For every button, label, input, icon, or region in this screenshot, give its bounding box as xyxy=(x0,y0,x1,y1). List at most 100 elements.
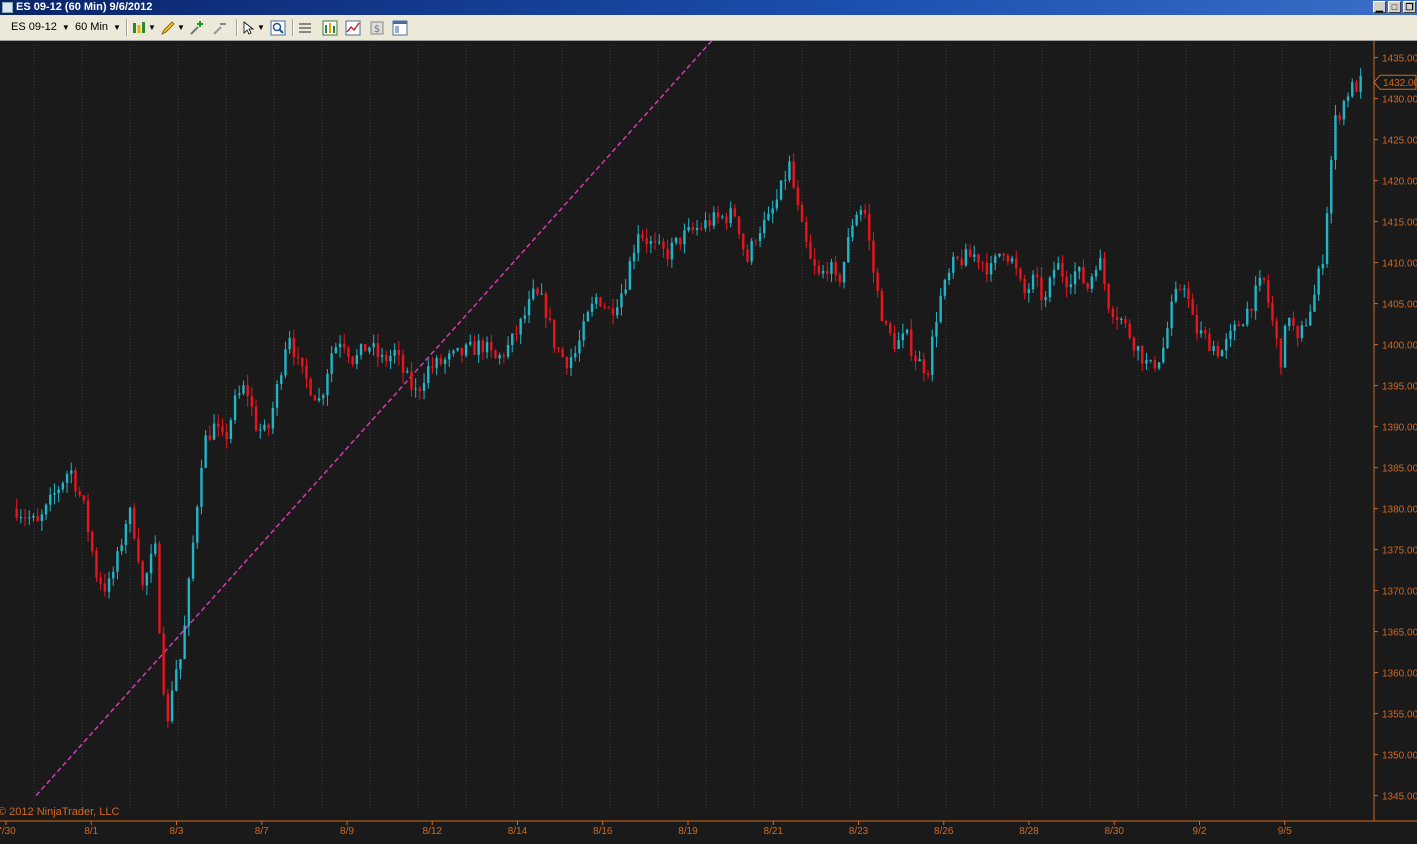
candle-body xyxy=(1170,301,1173,329)
candle-body xyxy=(23,517,27,519)
candle-body xyxy=(1040,277,1043,301)
candle-body xyxy=(1006,255,1010,262)
candle-body xyxy=(477,340,480,355)
candle-body xyxy=(603,306,606,308)
candle-body xyxy=(1195,314,1199,334)
candle-body xyxy=(1057,263,1060,270)
candle-body xyxy=(821,271,825,274)
x-tick-label: 8/19 xyxy=(678,826,698,837)
candle-body xyxy=(1212,345,1215,352)
candle-body xyxy=(137,538,140,562)
zoom-icon[interactable] xyxy=(270,20,286,36)
candle-body xyxy=(116,551,119,572)
candle-body xyxy=(271,407,275,429)
remove-indicator-icon[interactable] xyxy=(212,20,228,36)
candle-body xyxy=(523,315,527,319)
candle-body xyxy=(292,337,296,357)
drawing-tools-dropdown-icon[interactable]: ▼ xyxy=(177,18,185,37)
candle-body xyxy=(490,342,493,351)
candle-body xyxy=(742,233,745,250)
candle-body xyxy=(779,180,783,200)
candle-body xyxy=(578,340,581,354)
candle-body xyxy=(733,208,737,217)
candle-body xyxy=(221,426,224,432)
candle-body xyxy=(540,293,543,295)
candle-body xyxy=(1120,318,1123,320)
candle-body xyxy=(700,227,703,229)
candle-body xyxy=(649,241,653,244)
candle-body xyxy=(838,274,842,283)
candle-body xyxy=(1288,317,1291,326)
candle-body xyxy=(107,578,111,592)
chart-style-dropdown-icon[interactable]: ▼ xyxy=(148,18,156,37)
chart-toolbar: ES 09-12 ▼ 60 Min ▼ ▼ ▼ ▼ $ xyxy=(0,15,1417,41)
instrument-selector[interactable]: ES 09-12 ▼ xyxy=(8,18,73,37)
restore-button[interactable]: ❐ xyxy=(1403,1,1416,13)
candle-body xyxy=(1149,360,1152,362)
candle-body xyxy=(1061,263,1064,277)
data-series-icon[interactable] xyxy=(322,20,338,36)
instrument-label: ES 09-12 xyxy=(11,21,57,33)
candle-body xyxy=(61,482,65,490)
window-title: ES 09-12 (60 Min) 9/6/2012 xyxy=(16,1,153,13)
candle-body xyxy=(557,347,560,350)
x-tick-label: 8/1 xyxy=(84,826,98,837)
cursor-icon[interactable] xyxy=(241,20,257,36)
candle-body xyxy=(229,420,233,440)
candle-body xyxy=(498,354,501,359)
cursor-dropdown-icon[interactable]: ▼ xyxy=(257,18,265,37)
properties-icon[interactable] xyxy=(297,20,313,36)
restore-icon: ❐ xyxy=(1405,2,1414,12)
window-layout-icon[interactable] xyxy=(392,20,408,36)
candle-body xyxy=(95,551,98,578)
candle-body xyxy=(784,179,787,181)
candle-body xyxy=(1153,360,1157,369)
candle-body xyxy=(1258,277,1262,286)
candle-body xyxy=(141,561,144,586)
candle-body xyxy=(359,344,363,356)
minimize-button[interactable]: ▁ xyxy=(1373,1,1386,13)
candle-body xyxy=(809,241,812,259)
add-indicator-icon[interactable] xyxy=(189,20,205,36)
strategy-icon[interactable]: $ xyxy=(369,20,385,36)
candle-body xyxy=(1208,333,1211,352)
candle-body xyxy=(595,297,598,304)
candle-body xyxy=(1317,268,1320,295)
interval-selector[interactable]: 60 Min ▼ xyxy=(72,18,124,37)
candle-body xyxy=(1107,284,1110,309)
x-tick-label: 9/2 xyxy=(1193,826,1207,837)
candle-body xyxy=(767,213,770,220)
indicators-icon[interactable] xyxy=(345,20,361,36)
y-tick-label: 1410.00 xyxy=(1382,259,1417,270)
candle-body xyxy=(968,249,972,257)
candle-body xyxy=(1216,345,1220,357)
candle-body xyxy=(754,240,758,242)
maximize-button[interactable]: □ xyxy=(1388,1,1401,13)
candle-body xyxy=(74,470,77,492)
pencil-icon[interactable] xyxy=(160,20,176,36)
chart-style-icon[interactable] xyxy=(131,20,147,36)
candle-body xyxy=(275,384,279,408)
candle-body xyxy=(561,349,564,358)
candle-body xyxy=(280,375,283,385)
candle-body xyxy=(502,354,506,357)
candle-body xyxy=(1204,330,1207,334)
candle-body xyxy=(599,297,602,307)
candle-body xyxy=(1283,325,1287,368)
candle-body xyxy=(1241,324,1245,327)
price-chart-canvas[interactable]: 1345.00 1350.00 1355.00 1360.00 1365.00 1370.… xyxy=(0,32,1417,839)
candle-body xyxy=(1334,115,1337,161)
candle-body xyxy=(57,489,60,494)
candle-body xyxy=(376,343,380,357)
candle-body xyxy=(330,353,333,374)
candle-body xyxy=(1296,325,1299,338)
y-tick-label: 1420.00 xyxy=(1382,177,1417,188)
candle-body xyxy=(548,317,552,320)
candle-body xyxy=(1078,266,1081,272)
candle-body xyxy=(922,359,926,374)
price-chart[interactable]: 1345.00 1350.00 1355.00 1360.00 1365.00 1370.… xyxy=(0,32,1417,839)
grid-layer xyxy=(33,45,1331,812)
candle-body xyxy=(712,212,716,226)
x-tick-label: 8/16 xyxy=(593,826,613,837)
candle-body xyxy=(1325,213,1329,265)
